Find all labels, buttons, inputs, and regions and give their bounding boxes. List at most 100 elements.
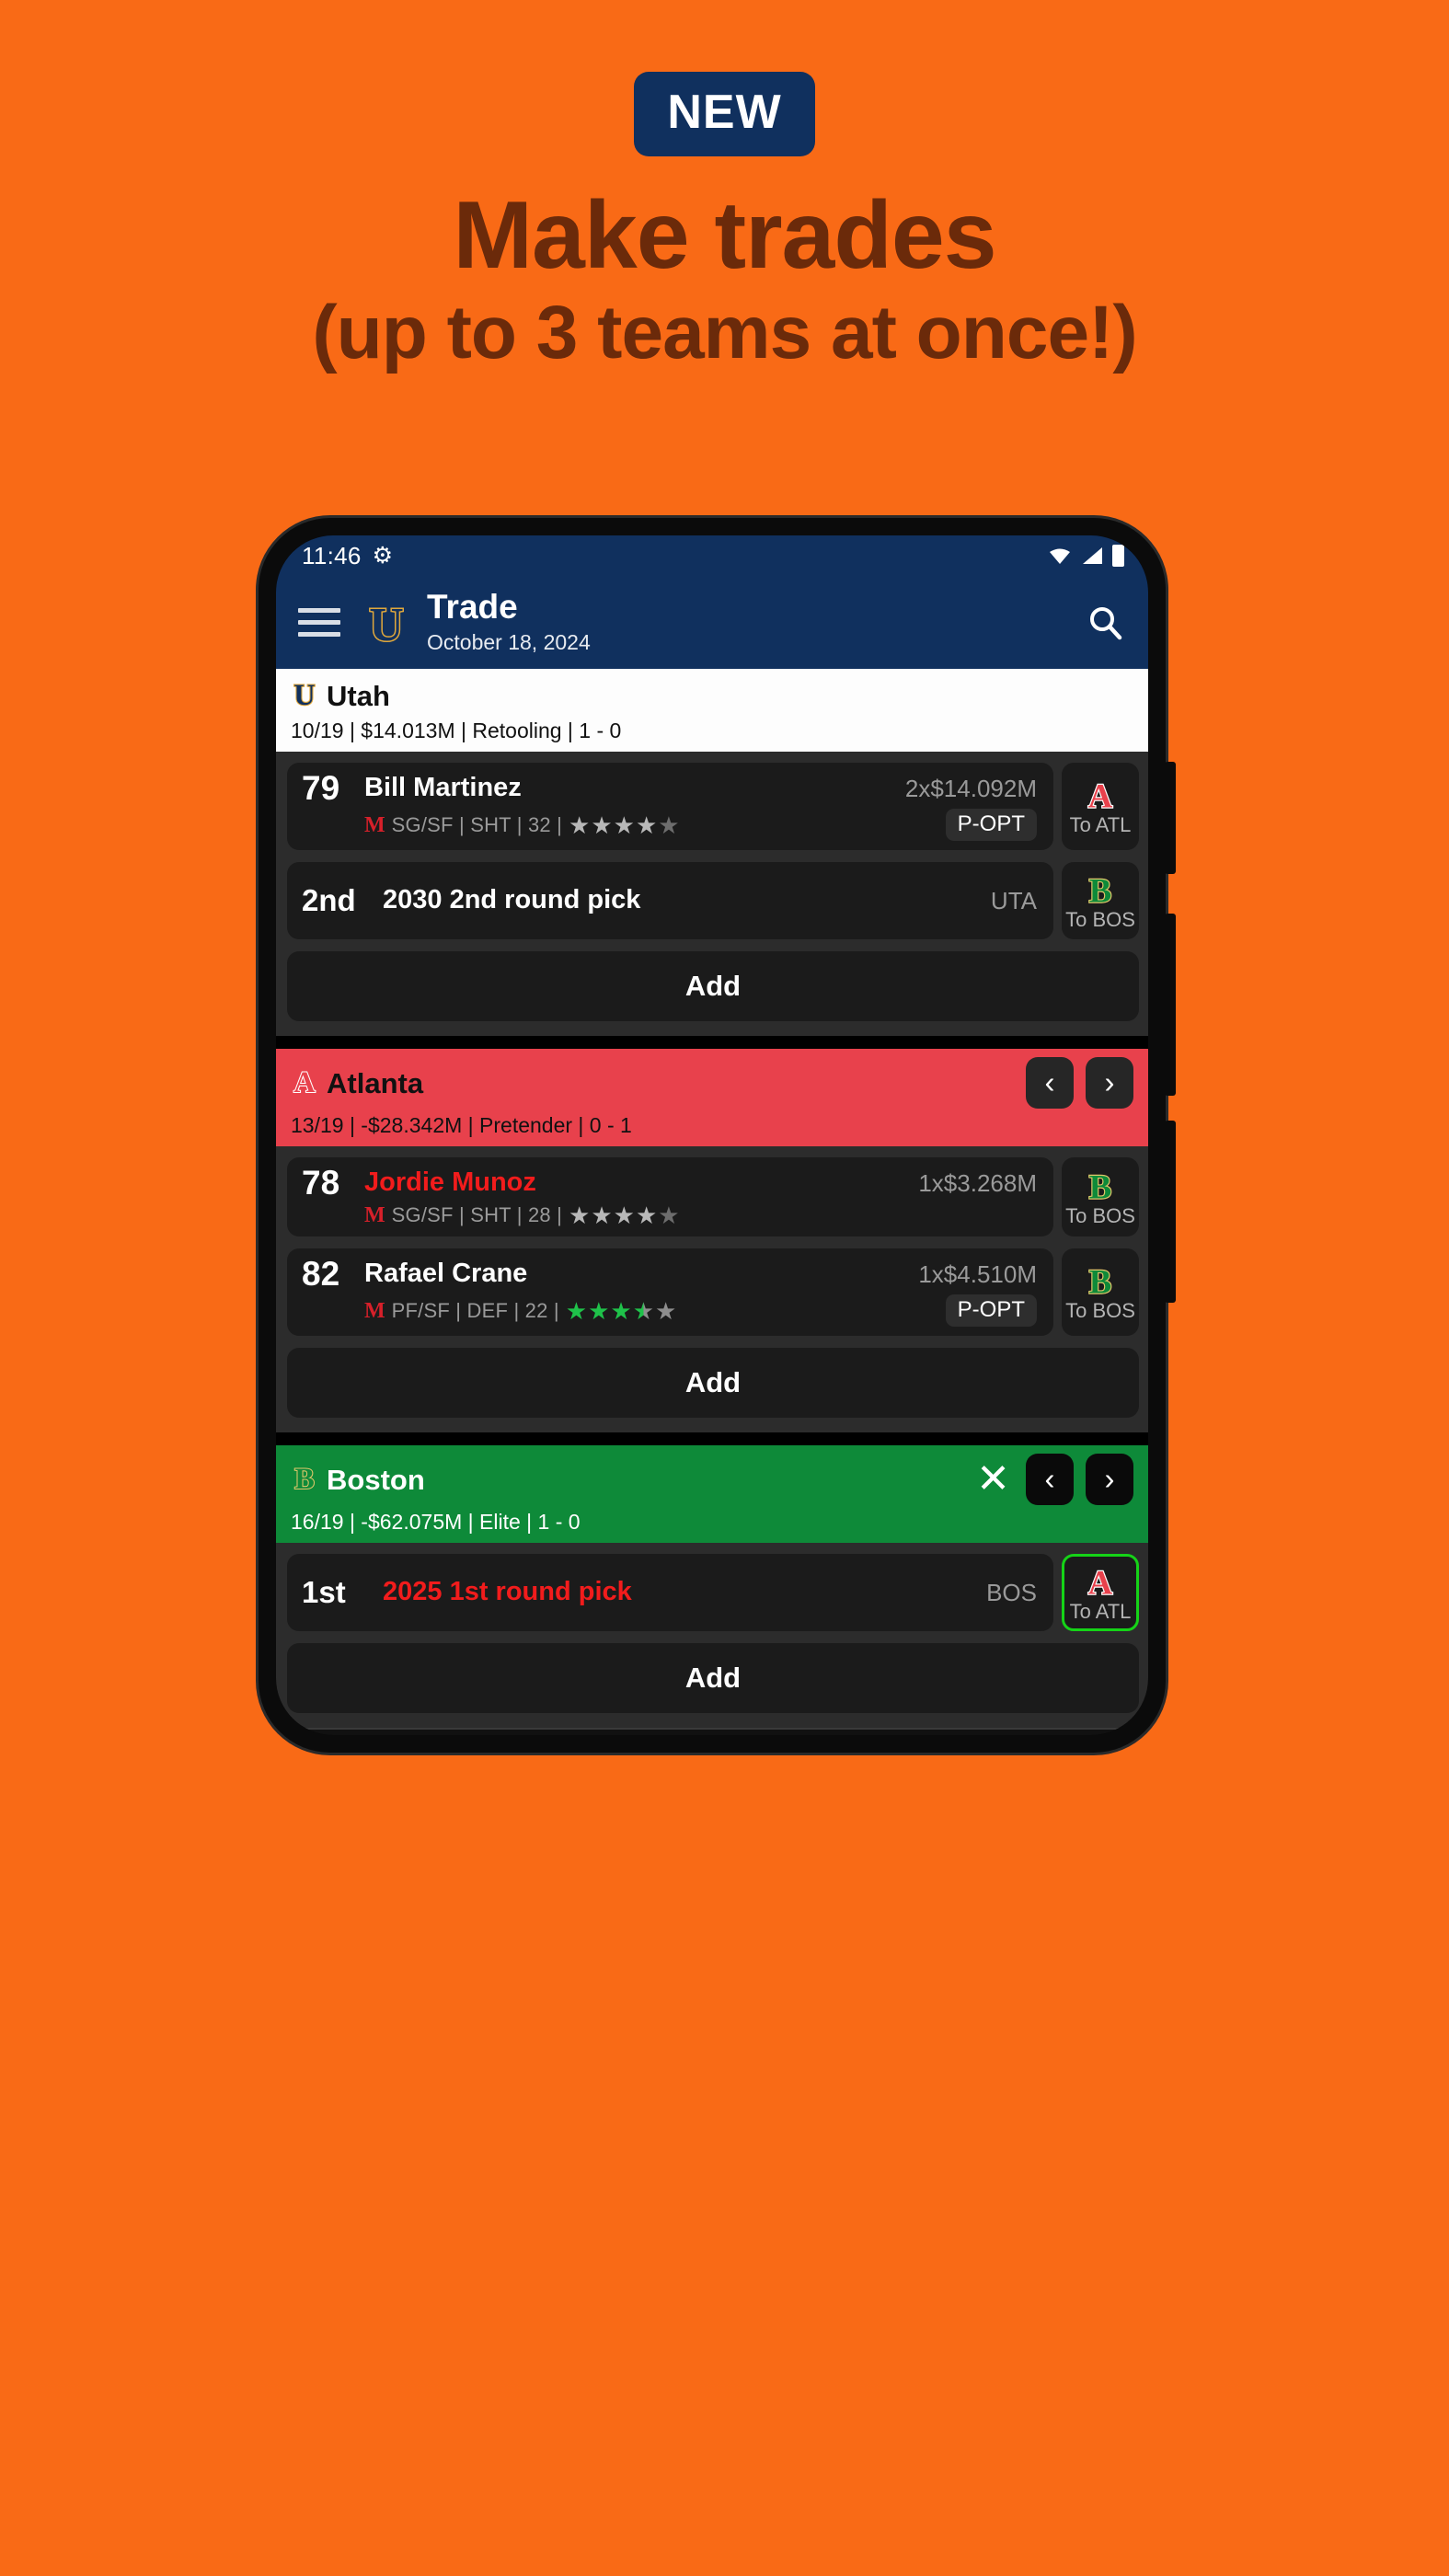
team-meta: 13/19 | -$28.342M | Pretender | 0 - 1 — [291, 1113, 632, 1137]
asset-card[interactable]: 79 Bill Martinez 2x$14.092M M SG/SF | SHT | … — [287, 763, 1053, 850]
svg-text:A: A — [1088, 1563, 1113, 1598]
player-rating-stars: ★ ★ ★ ★ ★ — [569, 813, 680, 837]
asset-card[interactable]: 82 Rafael Crane 1x$4.510M M PF/SF | DEF | 22… — [287, 1248, 1053, 1336]
destination-team-label: To BOS — [1065, 907, 1135, 931]
asset-name: Jordie Munoz — [364, 1167, 536, 1198]
search-icon[interactable] — [1086, 604, 1124, 642]
promo-subheadline: (up to 3 teams at once!) — [312, 291, 1137, 375]
asset-row: 82 Rafael Crane 1x$4.510M M PF/SF | DEF | 22… — [276, 1248, 1148, 1336]
svg-text:B: B — [1089, 871, 1112, 906]
team-assets-utah: 79 Bill Martinez 2x$14.092M M SG/SF | SHT | … — [276, 752, 1148, 1036]
destination-team-label: To ATL — [1069, 813, 1132, 836]
asset-contract: UTA — [990, 886, 1037, 914]
asset-row: 2nd 2030 2nd round pick UTA B To BOS — [276, 862, 1148, 939]
previous-team-button[interactable]: ‹ — [1026, 1057, 1074, 1109]
svg-text:A: A — [293, 1066, 316, 1097]
next-team-button[interactable]: › — [1086, 1057, 1133, 1109]
team-header-utah[interactable]: U Utah 10/19 | $14.013M | Retooling | 1 - … — [276, 669, 1148, 752]
contract-option-badge: P-OPT — [945, 809, 1037, 841]
new-badge: NEW — [634, 72, 815, 156]
destination-team-button[interactable]: A To ATL — [1062, 1554, 1139, 1631]
contract-option-badge: P-OPT — [945, 1294, 1037, 1327]
page-date: October 18, 2024 — [427, 629, 591, 654]
team-logo-icon: A — [1087, 776, 1114, 812]
remove-team-button[interactable]: ✕ — [976, 1459, 1010, 1500]
asset-rating: 82 — [302, 1255, 340, 1293]
add-asset-button[interactable]: Add — [287, 951, 1139, 1021]
signal-icon — [1083, 547, 1102, 564]
destination-team-label: To BOS — [1065, 1203, 1135, 1227]
team-header-boston[interactable]: B Boston ✕ ‹ › 16/19 | -$62.075M | Elite | 1 … — [276, 1445, 1148, 1543]
asset-name: Rafael Crane — [364, 1259, 528, 1289]
team-logo-icon: A — [293, 1065, 316, 1100]
star-icon: ★ — [569, 811, 591, 839]
asset-row: 78 Jordie Munoz 1x$3.268M M SG/SF | SHT | 28… — [276, 1157, 1148, 1236]
team-meta: 10/19 | $14.013M | Retooling | 1 - 0 — [291, 719, 622, 742]
svg-text:B: B — [1089, 1167, 1112, 1202]
svg-text:A: A — [1088, 777, 1113, 812]
team-name: Utah — [327, 679, 390, 712]
star-icon: ★ — [565, 1296, 588, 1325]
team-logo-icon: U — [293, 678, 316, 713]
team-logo-icon: B — [293, 1462, 316, 1497]
team-logo: B — [291, 1461, 318, 1498]
phone-volume-down-button[interactable] — [1165, 914, 1176, 1096]
gear-icon: ⚙ — [372, 542, 394, 569]
next-team-button[interactable]: › — [1086, 1454, 1133, 1505]
star-icon: ★ — [613, 1202, 635, 1229]
star-icon: ★ — [655, 1296, 677, 1325]
status-time: 11:46 — [302, 541, 362, 569]
asset-card[interactable]: 2nd 2030 2nd round pick UTA — [287, 862, 1053, 939]
section-separator — [276, 1432, 1148, 1445]
asset-contract: 1x$4.510M — [918, 1259, 1037, 1288]
hamburger-menu-icon[interactable] — [298, 608, 340, 637]
asset-name: Bill Martinez — [364, 773, 522, 803]
asset-card[interactable]: 78 Jordie Munoz 1x$3.268M M SG/SF | SHT | 28… — [287, 1157, 1053, 1236]
asset-rating: 78 — [302, 1164, 340, 1202]
star-icon: ★ — [613, 811, 635, 839]
star-icon: ★ — [591, 811, 613, 839]
previous-team-button[interactable]: ‹ — [1026, 1454, 1074, 1505]
bottom-navigation: TradeBlockHistory — [276, 1728, 1148, 1735]
destination-team-label: To ATL — [1069, 1599, 1132, 1623]
promo-headline: Make trades — [453, 182, 996, 289]
team-logo-icon: B — [1088, 1262, 1113, 1298]
app-bar: U Trade October 18, 2024 — [276, 576, 1148, 669]
team-logo-icon: B — [1088, 1167, 1113, 1203]
team-header-atlanta[interactable]: A Atlanta ‹ › 13/19 | -$28.342M | Pretender … — [276, 1049, 1148, 1146]
player-origin-logo-icon: M — [364, 1203, 385, 1227]
star-icon: ★ — [658, 811, 680, 839]
asset-contract: BOS — [986, 1578, 1037, 1606]
player-rating-stars: ★ ★ ★ ★ ★ — [569, 1203, 680, 1227]
asset-name: 2030 2nd round pick — [383, 885, 641, 915]
destination-team-button[interactable]: A To ATL — [1062, 763, 1139, 850]
destination-team-button[interactable]: B To BOS — [1062, 862, 1139, 939]
star-icon: ★ — [635, 811, 658, 839]
add-asset-button[interactable]: Add — [287, 1643, 1139, 1713]
asset-contract: 2x$14.092M — [904, 774, 1037, 802]
trade-teams-list: U Utah 10/19 | $14.013M | Retooling | 1 - … — [276, 669, 1148, 1728]
team-assets-boston: 1st 2025 1st round pick BOS A To ATL Add — [276, 1543, 1148, 1728]
destination-team-button[interactable]: B To BOS — [1062, 1157, 1139, 1236]
phone-frame: 11:46 ⚙ U Trade October 18, 2024 U Utah … — [259, 518, 1176, 1753]
asset-rating: 2nd — [302, 883, 356, 917]
team-name: Boston — [327, 1463, 425, 1496]
star-half-icon: ★ — [632, 1296, 655, 1325]
asset-rating: 79 — [302, 769, 340, 807]
svg-text:U: U — [293, 679, 315, 709]
team-logo-icon: B — [1088, 871, 1113, 907]
team-name: Atlanta — [327, 1066, 424, 1099]
phone-power-button[interactable] — [1165, 1121, 1176, 1303]
add-asset-button[interactable]: Add — [287, 1348, 1139, 1418]
team-assets-atlanta: 78 Jordie Munoz 1x$3.268M M SG/SF | SHT | 28… — [276, 1146, 1148, 1432]
page-title: Trade — [427, 588, 518, 627]
asset-card[interactable]: 1st 2025 1st round pick BOS — [287, 1554, 1053, 1631]
phone-screen: 11:46 ⚙ U Trade October 18, 2024 U Utah … — [276, 535, 1148, 1735]
promo-header: NEW Make trades (up to 3 teams at once!) — [0, 0, 1449, 373]
star-icon: ★ — [635, 1202, 658, 1229]
player-rating-stars: ★ ★ ★ ★ ★ — [566, 1299, 677, 1323]
destination-team-button[interactable]: B To BOS — [1062, 1248, 1139, 1336]
phone-volume-up-button[interactable] — [1165, 762, 1176, 874]
player-origin-logo-icon: M — [364, 812, 385, 837]
star-icon: ★ — [591, 1202, 613, 1229]
